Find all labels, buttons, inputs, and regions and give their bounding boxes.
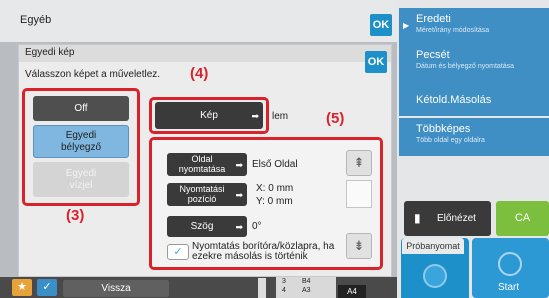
- preview-button[interactable]: ▮ Előnézet: [404, 201, 491, 236]
- start-button[interactable]: Start: [472, 238, 549, 298]
- cover-print-text: Nyomtatás borítóra/közlapra, ha ezekre m…: [192, 241, 335, 262]
- arrow-right-icon: ➡: [251, 110, 259, 121]
- scroll-track[interactable]: [346, 180, 372, 208]
- panel-item-multi-sub: Több oldal egy oldalra: [416, 137, 485, 144]
- page-print-label: Oldal nyomtatása: [178, 154, 226, 174]
- callout-5: (5): [326, 110, 345, 127]
- tray-row-3-num: 3: [282, 278, 286, 285]
- tray-icon: [258, 278, 266, 298]
- check-icon: ✓: [42, 281, 52, 293]
- arrow-right-icon: ➡: [235, 189, 243, 200]
- diamond-icon: [423, 264, 447, 288]
- custom-watermark-button[interactable]: Egyedi vízjel: [33, 162, 129, 197]
- check-button[interactable]: ✓: [37, 279, 57, 296]
- dialog-header: Egyedi kép: [19, 45, 391, 62]
- position-y-value: Y: 0 mm: [256, 196, 293, 207]
- start-label: Start: [498, 282, 520, 293]
- callout-3: (3): [66, 207, 85, 224]
- scroll-down-button[interactable]: ⇟: [346, 233, 372, 259]
- image-button[interactable]: Kép ➡: [155, 102, 263, 129]
- tray-row-3-size: B4: [302, 278, 311, 285]
- print-position-button[interactable]: Nyomtatási pozíció ➡: [167, 183, 247, 206]
- star-icon: ★: [17, 281, 27, 293]
- callout-4: (4): [190, 65, 209, 82]
- start-diamond-icon: [498, 252, 522, 276]
- back-button[interactable]: Vissza: [63, 280, 169, 297]
- angle-value: 0°: [252, 221, 262, 232]
- panel-item-duplex[interactable]: Kétold.Másolás: [399, 80, 549, 118]
- dialog-title: Egyedi kép: [25, 47, 75, 58]
- panel-item-original-sub: Méret/irány módosítása: [416, 27, 490, 34]
- preview-icon: ▮: [414, 211, 421, 225]
- double-chevron-down-icon: ⇟: [353, 238, 365, 253]
- arrow-right-icon: ➡: [235, 159, 243, 170]
- play-icon: ▶: [403, 21, 410, 30]
- ok-button-top[interactable]: OK: [370, 14, 392, 36]
- tray-row-3: 3 B4: [282, 278, 311, 285]
- checkmark-icon: ✓: [173, 246, 183, 258]
- off-button[interactable]: Off: [33, 96, 129, 121]
- double-chevron-up-icon: ⇞: [353, 155, 365, 170]
- panel-item-multi[interactable]: Többképes Több oldal egy oldalra: [399, 118, 549, 158]
- tray-row-4: 4 A3: [282, 287, 311, 294]
- favorite-button[interactable]: ★: [12, 279, 32, 296]
- panel-item-original-label: Eredeti: [416, 13, 451, 25]
- custom-stamp-button[interactable]: Egyedi bélyegző: [33, 125, 129, 158]
- arrow-right-icon: ➡: [235, 221, 243, 232]
- panel-item-duplex-label: Kétold.Másolás: [416, 94, 492, 106]
- panel-item-stamp-label: Pecsét: [416, 49, 450, 61]
- trial-print-label: Próbanyomat: [402, 238, 464, 254]
- panel-item-multi-label: Többképes: [416, 123, 471, 135]
- scroll-up-button[interactable]: ⇞: [346, 150, 372, 176]
- preview-label: Előnézet: [437, 213, 476, 224]
- image-button-label: Kép: [200, 110, 218, 121]
- panel-item-stamp-sub: Dátum és bélyegző nyomtatása: [416, 63, 515, 70]
- ca-button[interactable]: CA: [496, 201, 549, 236]
- page-print-button[interactable]: Oldal nyomtatása ➡: [167, 153, 247, 176]
- tray-row-4-num: 4: [282, 287, 286, 294]
- tray-info: 3 B4 4 A3: [276, 277, 336, 298]
- tray-row-4-size: A3: [302, 287, 311, 294]
- paper-size-badge: A4: [338, 285, 366, 298]
- page-title: Egyéb: [20, 14, 52, 26]
- image-suffix-text: lem: [272, 111, 289, 122]
- angle-button[interactable]: Szög ➡: [167, 216, 247, 237]
- cover-checkbox[interactable]: ✓: [167, 244, 189, 260]
- ok-button-dialog[interactable]: OK: [365, 51, 387, 73]
- top-bar: Egyéb: [0, 0, 397, 42]
- angle-label: Szög: [190, 221, 214, 232]
- page-print-value: Első Oldal: [252, 159, 298, 170]
- instruction-text: Válasszon képet a műveletlez.: [25, 69, 161, 80]
- position-x-value: X: 0 mm: [256, 183, 294, 194]
- print-position-label: Nyomtatási pozíció: [179, 184, 225, 204]
